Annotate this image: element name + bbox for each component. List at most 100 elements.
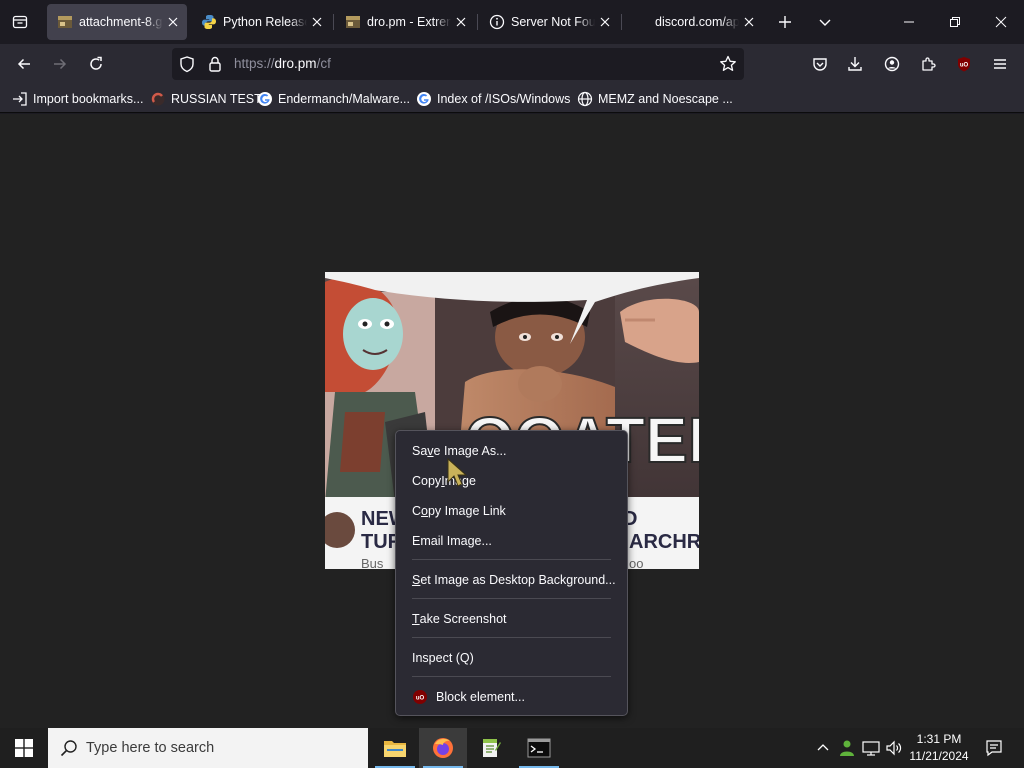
firefox-view-button[interactable] [7,9,33,35]
person-icon [840,740,854,756]
bookmark-index-isos-windows[interactable]: Index of /ISOs/Windows [416,90,570,108]
tab-server-not-found[interactable]: Server Not Found [479,4,619,40]
volume-button[interactable] [884,728,904,768]
menu-label-pre: Email Ima [412,534,468,548]
menu-item-email-image[interactable]: Email Ima g e... [400,529,623,553]
bookmark-import[interactable]: Import bookmarks... [12,90,143,108]
svg-text:uO: uO [960,63,969,69]
bookmark-memz-noescape[interactable]: MEMZ and Noescape ... [577,90,733,108]
close-window-button[interactable] [978,0,1024,44]
tab-title: attachment-8.gif [79,15,163,29]
bookmark-star-icon[interactable] [718,54,738,74]
gif-title-line-2b: ARCHRO [629,531,699,553]
chevron-up-icon [817,744,829,751]
tab-title: dro.pm - Extremely short [367,15,451,29]
navigation-toolbar: https://dro.pm/cf uO 1 [0,44,1024,107]
tab-dro-pm[interactable]: dro.pm - Extremely short [335,4,475,40]
account-icon [884,56,900,72]
application-menu-button[interactable] [986,50,1014,78]
taskbar-search-box[interactable]: Type here to search [48,728,368,768]
tab-strip: attachment-8.gif Python Release Python d… [0,0,1024,44]
taskbar-file-explorer[interactable] [371,728,419,768]
menu-label-post: ake Screenshot [419,612,507,626]
restore-icon [950,17,960,27]
bookmark-label: Import bookmarks... [33,92,144,106]
restore-button[interactable] [932,0,978,44]
lock-icon[interactable] [206,55,224,73]
network-button[interactable] [860,728,882,768]
menu-item-block-element[interactable]: uO Block element... [400,685,623,709]
action-center-button[interactable] [980,728,1008,768]
tray-user-icon-button[interactable] [836,728,858,768]
bookmark-endermanch-malware[interactable]: Endermanch/Malware... [257,90,410,108]
pocket-icon [813,58,827,71]
menu-label-pre: C [412,504,422,518]
taskbar-terminal[interactable] [515,728,563,768]
menu-label: Block element... [436,690,525,704]
url-text[interactable]: https://dro.pm/cf [234,56,331,71]
gif-sub-line: Bus [361,556,384,569]
reload-icon [90,56,102,70]
tab-title: Server Not Found [511,15,595,29]
menu-item-copy-image-link[interactable]: Co py Image Link [400,499,623,523]
mouse-cursor-icon [447,458,467,487]
menu-separator [412,559,611,560]
url-prefix: https:// [234,56,275,71]
bookmark-label: Index of /ISOs/Windows [437,92,571,106]
reload-button[interactable] [82,50,110,78]
image-file-icon [57,14,73,30]
tab-python-release[interactable]: Python Release Python [191,4,331,40]
search-placeholder: Type here to search [86,740,215,756]
menu-item-set-desktop-background[interactable]: Set Image as Desktop Background... [400,568,623,592]
tab-title: discord.com/api [655,15,739,29]
menu-accesskey: g [467,534,475,548]
taskbar-clock[interactable]: 1:31 PM 11/21/2024 [904,731,974,765]
ublock-origin-icon: uO [958,57,970,72]
back-arrow-icon [17,58,30,70]
close-tab-icon[interactable] [741,14,757,30]
close-tab-icon[interactable] [453,14,469,30]
show-hidden-icons-button[interactable] [812,728,834,768]
menu-label-post: e... [474,534,492,548]
image-file-icon [345,14,361,30]
pocket-button[interactable] [806,50,834,78]
menu-item-take-screenshot[interactable]: Take Screenshot [400,607,623,631]
bookmark-label: MEMZ and Noescape ... [598,92,733,106]
forward-button[interactable] [46,50,74,78]
new-tab-button[interactable] [772,9,798,35]
notification-icon [986,740,1002,757]
extensions-button[interactable] [914,50,942,78]
start-button[interactable] [0,728,48,768]
close-tab-icon[interactable] [165,14,181,30]
tab-discord-api[interactable]: discord.com/api [623,4,763,40]
close-tab-icon[interactable] [309,14,325,30]
clock-time: 1:31 PM [916,732,962,746]
bookmark-label: RUSSIAN TEST [171,92,262,106]
menu-item-save-image-as[interactable]: Sa v e Image As... [400,439,623,463]
back-button[interactable] [10,50,38,78]
account-button[interactable] [878,50,906,78]
downloads-button[interactable] [841,50,869,78]
tab-attachment-gif[interactable]: attachment-8.gif [47,4,187,40]
tab-separator [621,14,622,30]
chevron-down-icon [819,19,831,26]
puzzle-piece-icon [922,57,936,71]
url-bar[interactable]: https://dro.pm/cf [172,48,744,80]
menu-label-post: py Image Link [427,504,506,518]
image-context-menu: Save Image As... Copy Image Copy Image L… [395,430,628,716]
minimize-button[interactable] [886,0,932,44]
network-icon [862,741,880,756]
ublock-origin-button[interactable]: uO [950,50,978,78]
close-tab-icon[interactable] [597,14,613,30]
bookmark-russian-test[interactable]: RUSSIAN TEST [150,90,262,108]
taskbar-firefox[interactable] [419,728,467,768]
terminal-icon [527,738,551,758]
menu-item-inspect[interactable]: Inspect (Q) [400,646,623,670]
menu-accesskey: o [421,504,428,518]
menu-label-pre: Sa [412,444,428,458]
taskbar-notepad-plus[interactable] [467,728,515,768]
close-icon [995,16,1007,28]
menu-item-copy-image[interactable]: Copy Image [400,469,623,493]
tracking-protection-shield-icon[interactable] [178,55,196,73]
list-all-tabs-button[interactable] [812,9,838,35]
